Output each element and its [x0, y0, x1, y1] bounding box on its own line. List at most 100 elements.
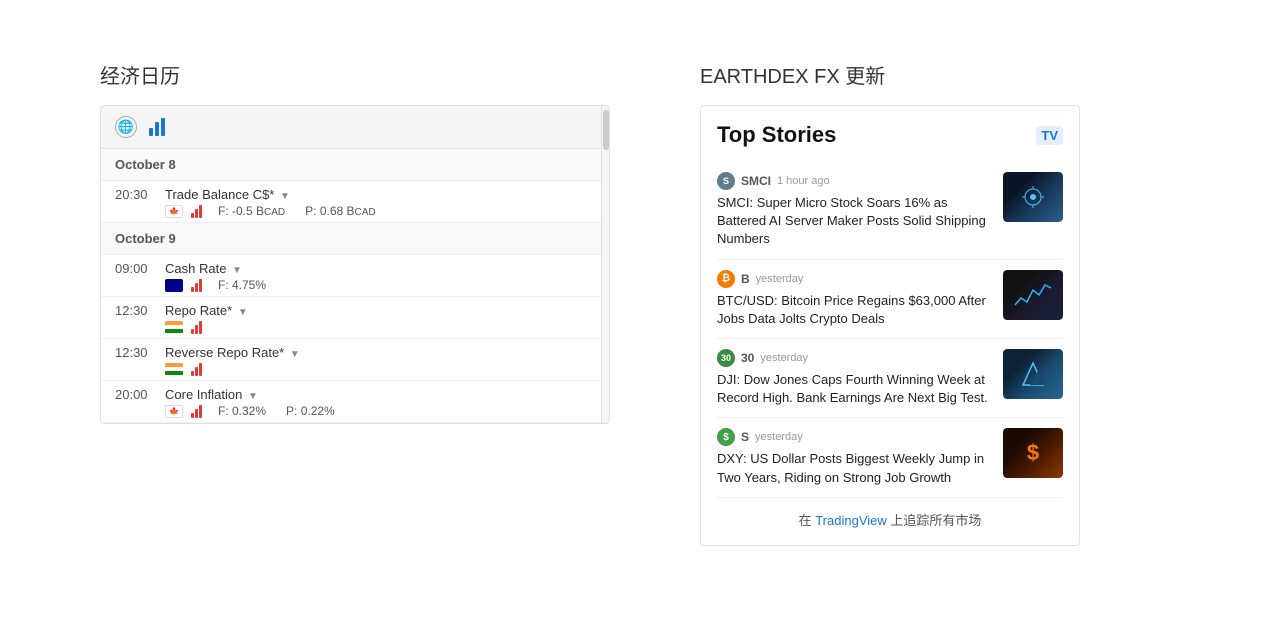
- news-item-dxy[interactable]: $ S yesterday DXY: US Dollar Posts Bigge…: [717, 418, 1063, 497]
- source-label: SMCI: [741, 174, 771, 188]
- globe-icon[interactable]: 🌐: [115, 116, 137, 138]
- calendar-body: October 8 20:30 Trade Balance C$* ▼ F: -…: [101, 149, 609, 423]
- event-cash-rate: 09:00 Cash Rate ▼ F: 4.75%: [101, 255, 609, 297]
- event-top: 20:30 Trade Balance C$* ▼: [115, 187, 595, 202]
- news-item-smci[interactable]: S SMCI 1 hour ago SMCI: Super Micro Stoc…: [717, 162, 1063, 260]
- news-item-dji[interactable]: 30 30 yesterday DJI: Dow Jones Caps Four…: [717, 339, 1063, 418]
- news-headline: SMCI: Super Micro Stock Soars 16% as Bat…: [717, 194, 993, 249]
- event-top: 12:30 Reverse Repo Rate* ▼: [115, 345, 595, 360]
- forecast-value: F: 0.32%: [218, 404, 266, 418]
- circuit-icon: [1018, 182, 1048, 212]
- event-top: 12:30 Repo Rate* ▼: [115, 303, 595, 318]
- fx-title: EARTHDEX FX 更新: [700, 60, 1167, 89]
- previous-value: P: 0.22%: [286, 404, 335, 418]
- calendar-toolbar: 🌐: [101, 106, 609, 149]
- news-thumbnail-btc: [1003, 270, 1063, 320]
- news-headline: DJI: Dow Jones Caps Fourth Winning Week …: [717, 371, 993, 407]
- event-repo-rate: 12:30 Repo Rate* ▼: [101, 297, 609, 339]
- source-time: yesterday: [760, 352, 808, 364]
- event-time: 20:30: [115, 187, 157, 202]
- news-widget-title: Top Stories: [717, 122, 836, 148]
- impact-bars: [191, 204, 202, 218]
- flag-india: [165, 321, 183, 334]
- event-top: 09:00 Cash Rate ▼: [115, 261, 595, 276]
- news-source-row: S SMCI 1 hour ago: [717, 172, 993, 190]
- source-time: 1 hour ago: [777, 175, 830, 187]
- source-time: yesterday: [756, 273, 804, 285]
- calendar-widget: 🌐 October 8 20:30 Trade Balance C$* ▼: [100, 105, 610, 424]
- left-panel: 经济日历 🌐 October 8 20:30 Trade Balance C$*…: [100, 60, 620, 546]
- flag-australia: [165, 279, 183, 292]
- news-headline: DXY: US Dollar Posts Biggest Weekly Jump…: [717, 450, 993, 486]
- source-avatar-dxy: $: [717, 428, 735, 446]
- thumb-dji-image: [1003, 349, 1063, 399]
- news-item-btc[interactable]: ₿ B yesterday BTC/USD: Bitcoin Price Reg…: [717, 260, 1063, 339]
- news-widget: Top Stories TV S SMCI 1 hour ago SMCI: S…: [700, 105, 1080, 546]
- news-content: 30 30 yesterday DJI: Dow Jones Caps Four…: [717, 349, 993, 407]
- economic-calendar-title: 经济日历: [100, 60, 620, 89]
- mountain-icon: [1018, 359, 1048, 389]
- impact-bars: [191, 362, 202, 376]
- thumb-ai-image: [1003, 172, 1063, 222]
- source-time: yesterday: [755, 431, 803, 443]
- source-avatar-dji: 30: [717, 349, 735, 367]
- source-avatar-smci: S: [717, 172, 735, 190]
- source-label: B: [741, 272, 750, 286]
- flag-canada: [165, 205, 183, 218]
- right-panel: EARTHDEX FX 更新 Top Stories TV S SMCI 1 h…: [700, 60, 1167, 546]
- bar-chart-icon[interactable]: [149, 118, 165, 136]
- event-name: Reverse Repo Rate* ▼: [165, 345, 595, 360]
- event-meta: F: -0.5 BCAD P: 0.68 BCAD: [115, 204, 595, 218]
- event-name: Repo Rate* ▼: [165, 303, 595, 318]
- event-values: F: 0.32% P: 0.22%: [218, 404, 335, 418]
- source-label: 30: [741, 351, 754, 365]
- flag-india-2: [165, 363, 183, 376]
- news-thumbnail-smci: [1003, 172, 1063, 222]
- forecast-value: F: -0.5 BCAD: [218, 204, 285, 218]
- event-meta: [115, 320, 595, 334]
- event-core-inflation: 20:00 Core Inflation ▼ F: 0.32% P: 0.22%: [101, 381, 609, 423]
- scroll-thumb[interactable]: [603, 110, 609, 150]
- news-headline: BTC/USD: Bitcoin Price Regains $63,000 A…: [717, 292, 993, 328]
- event-reverse-repo-rate: 12:30 Reverse Repo Rate* ▼: [101, 339, 609, 381]
- thumb-dxy-image: $: [1003, 428, 1063, 478]
- news-source-row: 30 30 yesterday: [717, 349, 993, 367]
- flag-canada-2: [165, 405, 183, 418]
- news-header: Top Stories TV: [717, 122, 1063, 148]
- impact-bars: [191, 320, 202, 334]
- news-content: $ S yesterday DXY: US Dollar Posts Bigge…: [717, 428, 993, 486]
- event-values: F: 4.75%: [218, 278, 266, 292]
- news-source-row: ₿ B yesterday: [717, 270, 993, 288]
- event-meta: F: 4.75%: [115, 278, 595, 292]
- dollar-symbol: $: [1027, 440, 1039, 466]
- tradingview-anchor[interactable]: TradingView: [815, 513, 887, 528]
- thumb-btc-image: [1003, 270, 1063, 320]
- event-time: 20:00: [115, 387, 157, 402]
- event-meta: [115, 362, 595, 376]
- event-values: F: -0.5 BCAD P: 0.68 BCAD: [218, 204, 376, 218]
- news-thumbnail-dji: [1003, 349, 1063, 399]
- impact-bars: [191, 278, 202, 292]
- impact-bars: [191, 404, 202, 418]
- source-avatar-btc: ₿: [717, 270, 735, 288]
- event-time: 09:00: [115, 261, 157, 276]
- event-meta: F: 0.32% P: 0.22%: [115, 404, 595, 418]
- event-name: Core Inflation ▼: [165, 387, 595, 402]
- scrollbar[interactable]: [601, 106, 609, 423]
- event-top: 20:00 Core Inflation ▼: [115, 387, 595, 402]
- previous-value: P: 0.68 BCAD: [305, 204, 376, 218]
- event-time: 12:30: [115, 303, 157, 318]
- date-header-oct8: October 8: [101, 149, 609, 181]
- tradingview-link: 在 TradingView 上追踪所有市场: [717, 510, 1063, 529]
- tv-logo: TV: [1036, 126, 1063, 145]
- news-content: ₿ B yesterday BTC/USD: Bitcoin Price Reg…: [717, 270, 993, 328]
- event-trade-balance: 20:30 Trade Balance C$* ▼ F: -0.5 BCAD P…: [101, 181, 609, 223]
- event-time: 12:30: [115, 345, 157, 360]
- event-name: Trade Balance C$* ▼: [165, 187, 595, 202]
- news-content: S SMCI 1 hour ago SMCI: Super Micro Stoc…: [717, 172, 993, 249]
- news-source-row: $ S yesterday: [717, 428, 993, 446]
- date-header-oct9: October 9: [101, 223, 609, 255]
- main-layout: 经济日历 🌐 October 8 20:30 Trade Balance C$*…: [100, 60, 1167, 546]
- event-name: Cash Rate ▼: [165, 261, 595, 276]
- chart-icon: [1013, 280, 1053, 310]
